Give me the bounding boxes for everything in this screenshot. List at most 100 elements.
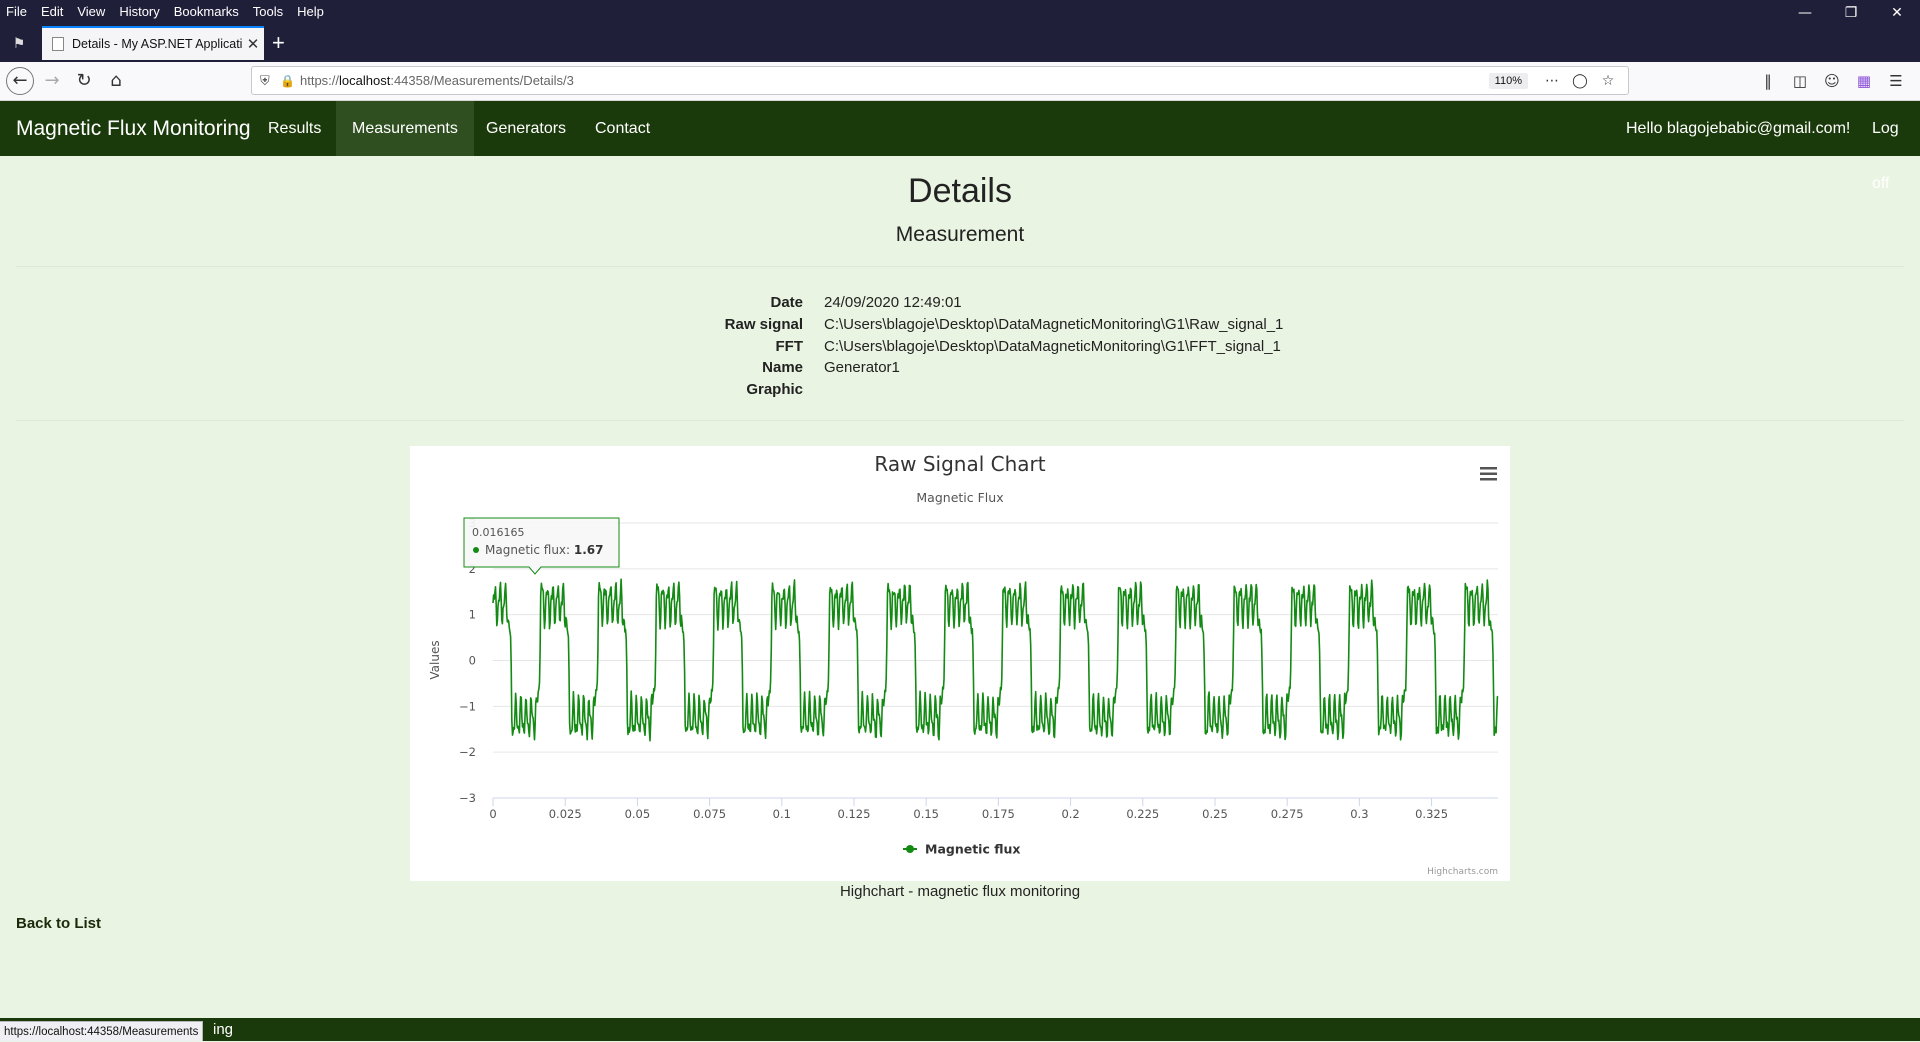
page-actions: ⋯ ◯ ☆ bbox=[1538, 72, 1622, 89]
name-label: Name bbox=[762, 359, 803, 376]
site-footer bbox=[0, 1018, 1920, 1041]
home-icon[interactable]: ⌂ bbox=[102, 67, 130, 95]
url-text[interactable]: https://localhost:44358/Measurements/Det… bbox=[300, 73, 1489, 88]
x-tick-label: 0 bbox=[489, 807, 496, 821]
y-axis-title: Values bbox=[428, 640, 442, 679]
library-icon[interactable]: ‖ bbox=[1752, 72, 1784, 90]
toolbar-right-icons: ‖ ◫ ☺ ▦ ☰ bbox=[1752, 67, 1912, 95]
divider bbox=[16, 266, 1904, 267]
graphic-label: Graphic bbox=[746, 381, 803, 398]
reload-icon[interactable]: ↻ bbox=[70, 67, 98, 95]
bookmark-star-icon[interactable]: ☆ bbox=[1594, 72, 1622, 89]
browser-toolbar: ← → ↻ ⌂ ⛨ 🔒 https://localhost:44358/Meas… bbox=[0, 62, 1920, 101]
menu-help[interactable]: Help bbox=[290, 4, 331, 19]
menu-edit[interactable]: Edit bbox=[34, 4, 70, 19]
back-arrow-icon[interactable]: ← bbox=[6, 67, 34, 95]
brand-link[interactable]: Magnetic Flux Monitoring bbox=[16, 101, 251, 156]
tab-history-icon[interactable]: ⚑ bbox=[8, 32, 30, 54]
chart-caption: Highchart - magnetic flux monitoring bbox=[839, 883, 1081, 900]
status-bar-url: https://localhost:44358/Measurements bbox=[0, 1021, 204, 1041]
y-tick-label: −1 bbox=[459, 699, 476, 713]
lock-icon[interactable]: 🔒 bbox=[280, 74, 300, 88]
chart-context-menu-icon[interactable] bbox=[1478, 463, 1500, 485]
menu-tools[interactable]: Tools bbox=[246, 4, 290, 19]
tab-bar: ⚑ Details - My ASP.NET Applicati ✕ + bbox=[0, 22, 1920, 62]
forward-arrow-icon[interactable]: → bbox=[38, 67, 66, 95]
y-tick-label: −2 bbox=[459, 745, 476, 759]
zoom-level-badge[interactable]: 110% bbox=[1488, 72, 1528, 89]
legend-item-magnetic-flux[interactable]: Magnetic flux bbox=[903, 842, 1020, 857]
address-bar[interactable]: ⛨ 🔒 https://localhost:44358/Measurements… bbox=[251, 66, 1629, 95]
x-tick-label: 0.15 bbox=[913, 807, 939, 821]
user-greeting-link[interactable]: Hello blagojebabic@gmail.com! bbox=[1610, 101, 1866, 156]
y-tick-label: 0 bbox=[469, 654, 476, 668]
x-tick-label: 0.2 bbox=[1061, 807, 1079, 821]
pocket-icon[interactable]: ◯ bbox=[1566, 72, 1594, 89]
account-icon[interactable]: ☺ bbox=[1816, 72, 1848, 90]
x-tick-label: 0.3 bbox=[1350, 807, 1368, 821]
x-tick-label: 0.075 bbox=[693, 807, 726, 821]
chart-tooltip: 0.016165 Magnetic flux: 1.67 bbox=[463, 517, 620, 575]
legend-marker-icon bbox=[906, 845, 914, 853]
tracking-shield-icon[interactable]: ⛨ bbox=[260, 73, 280, 89]
nav-contact-link[interactable]: Contact bbox=[579, 101, 666, 156]
x-tick-label: 0.225 bbox=[1126, 807, 1159, 821]
x-tick-label: 0.25 bbox=[1202, 807, 1228, 821]
raw-signal-label: Raw signal bbox=[724, 316, 803, 333]
chart-subtitle: Magnetic Flux bbox=[916, 490, 1003, 505]
back-to-list-link[interactable]: Back to List bbox=[16, 915, 101, 932]
new-tab-icon[interactable]: + bbox=[272, 31, 285, 55]
nav-measurements-link[interactable]: Measurements bbox=[336, 101, 474, 156]
menu-history[interactable]: History bbox=[112, 4, 166, 19]
menu-view[interactable]: View bbox=[70, 4, 112, 19]
x-tick-label: 0.125 bbox=[838, 807, 871, 821]
chart-svg: Raw Signal Chart Magnetic Flux Values 32… bbox=[428, 452, 1500, 877]
browser-menubar: File Edit View History Bookmarks Tools H… bbox=[0, 0, 1920, 22]
browser-tab[interactable]: Details - My ASP.NET Applicati ✕ bbox=[42, 26, 264, 60]
site-navbar: Magnetic Flux Monitoring Results Measure… bbox=[0, 101, 1920, 192]
fft-value: C:\Users\blagoje\Desktop\DataMagneticMon… bbox=[824, 338, 1281, 355]
x-tick-label: 0.275 bbox=[1271, 807, 1304, 821]
chart-grid bbox=[493, 522, 1498, 799]
date-value: 24/09/2020 12:49:01 bbox=[824, 294, 962, 311]
menu-bookmarks[interactable]: Bookmarks bbox=[167, 4, 246, 19]
y-tick-label: −3 bbox=[459, 791, 476, 805]
name-value: Generator1 bbox=[824, 359, 900, 376]
x-tick-label: 0.175 bbox=[982, 807, 1015, 821]
menu-file[interactable]: File bbox=[0, 4, 34, 19]
hamburger-menu-icon[interactable]: ☰ bbox=[1880, 72, 1912, 90]
url-path: :44358/Measurements/Details/3 bbox=[390, 73, 574, 88]
legend-label: Magnetic flux bbox=[925, 842, 1020, 857]
footer-text: ing bbox=[213, 1021, 234, 1038]
tooltip-label-text: Magnetic flux: 1.67 bbox=[485, 543, 604, 557]
tooltip-colon: : bbox=[566, 543, 574, 557]
extension-icon[interactable]: ▦ bbox=[1848, 72, 1880, 90]
nav-results-link[interactable]: Results bbox=[252, 101, 337, 156]
raw-signal-value: C:\Users\blagoje\Desktop\DataMagneticMon… bbox=[824, 316, 1284, 333]
page-title: Details bbox=[908, 172, 1012, 210]
tooltip-value: 1.67 bbox=[574, 543, 604, 557]
tab-title: Details - My ASP.NET Applicati bbox=[72, 37, 242, 51]
x-tick-label: 0.1 bbox=[773, 807, 791, 821]
tooltip-x: 0.016165 bbox=[472, 526, 525, 539]
y-tick-label: 1 bbox=[469, 608, 476, 622]
date-label: Date bbox=[770, 294, 803, 311]
raw-signal-chart: Raw Signal Chart Magnetic Flux Values 32… bbox=[410, 446, 1510, 881]
x-axis-ticks: 0 0.025 0.05 0.075 0.1 0.125 0.15 0.175 0.2 0.225… bbox=[489, 798, 1448, 821]
sidebar-icon[interactable]: ◫ bbox=[1784, 72, 1816, 90]
x-tick-label: 0.05 bbox=[625, 807, 651, 821]
page-subtitle: Measurement bbox=[895, 223, 1025, 246]
series-line-magnetic-flux[interactable] bbox=[492, 578, 1499, 742]
fft-label: FFT bbox=[775, 338, 804, 355]
x-tick-label: 0.325 bbox=[1415, 807, 1448, 821]
page-favicon-icon bbox=[52, 37, 64, 51]
url-host: localhost bbox=[339, 73, 391, 88]
tooltip-marker-icon bbox=[473, 547, 479, 553]
url-prefix: https:// bbox=[300, 73, 340, 88]
tab-close-icon[interactable]: ✕ bbox=[242, 35, 264, 53]
x-tick-label: 0.025 bbox=[549, 807, 582, 821]
more-actions-icon[interactable]: ⋯ bbox=[1538, 72, 1566, 89]
nav-generators-link[interactable]: Generators bbox=[470, 101, 582, 156]
chart-title: Raw Signal Chart bbox=[874, 452, 1045, 476]
credits-link[interactable]: Highcharts.com bbox=[1427, 867, 1498, 877]
